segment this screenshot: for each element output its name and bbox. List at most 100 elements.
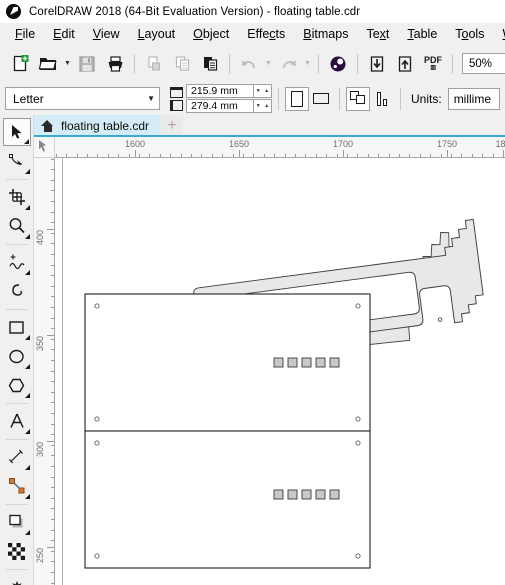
ruler-tick — [107, 154, 109, 157]
menu-item-view[interactable]: View — [84, 25, 129, 43]
ruler-tick — [51, 508, 54, 510]
horizontal-ruler[interactable]: 1600 1650 1700 1750 180 — [55, 137, 505, 158]
copy-icon[interactable] — [168, 50, 196, 78]
crop-tool-flyout-icon — [24, 205, 30, 210]
drawing-canvas[interactable] — [55, 158, 505, 585]
shadow-tool-flyout-icon — [24, 530, 30, 535]
transparency-tool[interactable] — [3, 537, 31, 565]
page-width-input[interactable]: 215.9 mm — [186, 84, 254, 98]
menu-item-bitmaps[interactable]: Bitmaps — [294, 25, 357, 43]
dimension-tool[interactable] — [3, 443, 31, 471]
open-dropdown-chevron-down-icon[interactable]: ▼ — [62, 50, 73, 78]
ruler-tick — [51, 519, 54, 520]
ruler-tick — [51, 179, 54, 181]
color-eyedropper-tool[interactable] — [3, 573, 31, 585]
ruler-tick — [471, 154, 473, 157]
import-down-arrow-icon[interactable] — [363, 50, 391, 78]
polygon-tool[interactable] — [3, 371, 31, 399]
ruler-label: 350 — [35, 335, 45, 351]
page-height-icon — [170, 99, 183, 111]
ruler-tick — [388, 154, 390, 157]
units-select[interactable]: millime — [447, 87, 500, 110]
dimension-tool-flyout-icon — [24, 465, 30, 470]
ruler-tick — [139, 154, 140, 157]
zoom-level-input[interactable]: 50% — [462, 53, 505, 74]
menu-item-file[interactable]: File — [6, 25, 44, 43]
rectangle-tool-flyout-icon — [24, 335, 30, 340]
pick-tool-flyout-icon — [23, 139, 29, 144]
connect-ball-icon[interactable] — [324, 50, 352, 78]
zoom-tool[interactable] — [3, 212, 31, 240]
new-file-icon[interactable] — [6, 50, 34, 78]
menu-item-edit[interactable]: Edit — [44, 25, 84, 43]
all-pages-button[interactable] — [346, 86, 370, 111]
menu-item-tools[interactable]: Tools — [446, 25, 493, 43]
printer-icon[interactable] — [101, 50, 129, 78]
page-size-value: Letter — [13, 91, 44, 106]
page-layout-button[interactable] — [370, 87, 394, 111]
title-bar: CorelDRAW 2018 (64-Bit Evaluation Versio… — [0, 0, 505, 23]
pdf-glyph: ▥ — [430, 64, 436, 71]
undo-dropdown-chevron-down-icon[interactable]: ▼ — [263, 50, 274, 78]
menu-item-text[interactable]: Text — [357, 25, 398, 43]
menu-item-object[interactable]: Object — [184, 25, 238, 43]
vertical-ruler[interactable]: 400 350 300 250 — [34, 158, 55, 585]
export-up-arrow-icon[interactable] — [391, 50, 419, 78]
menu-item-table[interactable]: Table — [398, 25, 446, 43]
ruler-major-tick — [239, 150, 240, 157]
new-tab-button[interactable]: + — [161, 115, 184, 137]
page-height-input[interactable]: 279.4 mm — [186, 99, 254, 113]
redo-arrow-icon[interactable] — [274, 50, 302, 78]
page-height-stepper[interactable]: ▼ ▲ — [254, 99, 272, 113]
ruler-tick — [419, 154, 421, 157]
ruler-tick — [378, 154, 380, 157]
ruler-tick — [274, 154, 276, 157]
menu-item-effects[interactable]: Effects — [238, 25, 294, 43]
ruler-tick — [97, 154, 99, 157]
ruler-tick — [51, 487, 54, 489]
ruler-label: 1650 — [228, 139, 250, 149]
page-size-select[interactable]: Letter ▼ — [5, 87, 160, 110]
document-tab-floating-table[interactable]: floating table.cdr — [34, 115, 162, 137]
text-tool[interactable] — [3, 407, 31, 435]
ruler-tick — [51, 285, 54, 287]
crop-tool[interactable] — [3, 183, 31, 211]
portrait-orientation-button[interactable] — [285, 86, 309, 111]
ruler-tick — [51, 158, 54, 160]
menu-bar: File Edit View Layout Object Effects Bitmaps Te… — [0, 23, 505, 45]
property-bar: Letter ▼ 215.9 mm ▼ ▲ 279.4 mm ▼ ▲ Units… — [0, 82, 505, 115]
ruler-tick — [55, 154, 57, 157]
ellipse-tool[interactable] — [3, 342, 31, 370]
redo-dropdown-chevron-down-icon[interactable]: ▼ — [302, 50, 313, 78]
menu-item-wi[interactable]: Wi — [493, 25, 505, 43]
ruler-corner[interactable] — [34, 137, 55, 158]
rectangle-tool[interactable] — [3, 313, 31, 341]
cut-icon[interactable] — [140, 50, 168, 78]
toolbar-separator-1 — [134, 53, 135, 74]
save-disk-icon[interactable] — [73, 50, 101, 78]
propbar-separator-3 — [400, 87, 401, 110]
landscape-orientation-button[interactable] — [309, 87, 333, 111]
ruler-tick — [51, 476, 54, 478]
open-folder-icon[interactable] — [34, 50, 62, 78]
ruler-major-tick — [503, 150, 504, 157]
ruler-tick — [51, 550, 54, 552]
undo-arrow-icon[interactable] — [235, 50, 263, 78]
ruler-tick — [51, 529, 54, 531]
ruler-tick — [51, 296, 54, 298]
rail-hole-2 — [437, 317, 443, 322]
shadow-tool[interactable] — [3, 508, 31, 536]
ruler-tick — [51, 169, 54, 171]
frame-rail-detail — [128, 158, 438, 253]
connector-tool[interactable] — [3, 472, 31, 500]
menu-item-layout[interactable]: Layout — [129, 25, 185, 43]
shape-tool[interactable] — [3, 147, 31, 175]
zoom-tool-flyout-icon — [24, 234, 30, 239]
pick-tool[interactable] — [2, 118, 31, 146]
pdf-icon[interactable]: PDF ▥ — [419, 50, 447, 78]
bspline-tool[interactable] — [3, 277, 31, 305]
toolbar-separator-2 — [229, 53, 230, 74]
freehand-tool[interactable] — [3, 248, 31, 276]
page-width-stepper[interactable]: ▼ ▲ — [254, 84, 272, 98]
paste-icon[interactable] — [196, 50, 224, 78]
